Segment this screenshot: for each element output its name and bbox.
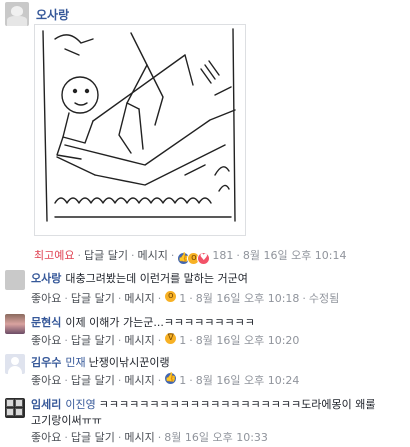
haha-icon[interactable]: ∇ <box>164 332 178 345</box>
avatar[interactable] <box>5 314 25 334</box>
message-button[interactable]: 메시지 <box>124 334 154 347</box>
comment-actions: 최고예요 · 답글 달기 · 메시지 · 👍 o ♥ 181 · 8월 16일 오후 10:14 <box>34 247 347 266</box>
reply-button[interactable]: 답글 달기 <box>71 292 115 305</box>
message-button[interactable]: 메시지 <box>124 431 154 444</box>
reply-text: 이제 이해가 가는군...ㅋㅋㅋㅋㅋㅋㅋㅋㅋ <box>65 316 255 329</box>
reply-author[interactable]: 오사랑 <box>31 272 61 285</box>
reply-timestamp[interactable]: 8월 16일 오후 10:33 <box>164 431 268 444</box>
avatar[interactable] <box>5 2 29 26</box>
comment-timestamp[interactable]: 8월 16일 오후 10:14 <box>243 249 347 262</box>
reply-button[interactable]: 답글 달기 <box>71 431 115 444</box>
avatar[interactable] <box>5 354 25 374</box>
reply-text: 난쟁이낚시꾼이랭 <box>88 356 170 369</box>
wow-icon[interactable]: o <box>164 290 178 303</box>
reply-button[interactable]: 답글 달기 <box>71 334 115 347</box>
edited-label[interactable]: 수정됨 <box>309 292 339 305</box>
comment-sketch-image[interactable] <box>34 24 246 236</box>
message-button[interactable]: 메시지 <box>137 249 167 262</box>
reply-timestamp[interactable]: 8월 16일 오후 10:18 <box>196 292 300 305</box>
message-button[interactable]: 메시지 <box>124 374 154 387</box>
reply-author[interactable]: 임세리 <box>31 398 61 411</box>
reply-actions: 좋아요 · 답글 달기 · 메시지 · 8월 16일 오후 10:33 <box>31 431 268 444</box>
avatar[interactable] <box>5 270 25 290</box>
avatar[interactable] <box>5 398 25 418</box>
reply-actions: 좋아요 · 답글 달기 · 메시지 · ∇ 1 · 8월 16일 오후 10:20 <box>31 332 300 347</box>
sketch-drawing <box>42 28 236 222</box>
like-button[interactable]: 좋아요 <box>31 334 61 347</box>
reply-button[interactable]: 답글 달기 <box>71 374 115 387</box>
mention-tag[interactable]: 민재 <box>65 356 85 369</box>
reply-author[interactable]: 문현식 <box>31 316 61 329</box>
reply-actions: 좋아요 · 답글 달기 · 메시지 · o 1 · 8월 16일 오후 10:18 · 수정됨 <box>31 290 340 305</box>
reply-timestamp[interactable]: 8월 16일 오후 10:24 <box>196 374 300 387</box>
like-icon[interactable]: 👍 <box>164 372 178 385</box>
like-button[interactable]: 최고예요 <box>34 249 74 262</box>
like-button[interactable]: 좋아요 <box>31 431 61 444</box>
message-button[interactable]: 메시지 <box>124 292 154 305</box>
mention-tag[interactable]: 이진영 <box>65 398 95 411</box>
reaction-count: 1 <box>179 374 187 387</box>
reply-button[interactable]: 답글 달기 <box>84 249 128 262</box>
like-button[interactable]: 좋아요 <box>31 292 61 305</box>
comment-author[interactable]: 오사랑 <box>36 6 69 23</box>
reply-author[interactable]: 김우수 <box>31 356 61 369</box>
reaction-count: 1 <box>179 334 187 347</box>
like-button[interactable]: 좋아요 <box>31 374 61 387</box>
love-icon: ♥ <box>197 252 211 265</box>
reaction-count: 181 <box>212 249 234 262</box>
reaction-count: 1 <box>179 292 187 305</box>
reply-timestamp[interactable]: 8월 16일 오후 10:20 <box>196 334 300 347</box>
reply-actions: 좋아요 · 답글 달기 · 메시지 · 👍 1 · 8월 16일 오후 10:24 <box>31 372 300 387</box>
reply-text: 대충그려봤는데 이런거를 말하는 거군여 <box>65 272 248 285</box>
reply-text-line2: 고기랑이써ㅠㅠ <box>31 414 102 427</box>
reaction-summary[interactable]: 👍 o ♥ <box>177 252 211 266</box>
reply-text: ㅋㅋㅋㅋㅋㅋㅋㅋㅋㅋㅋㅋㅋㅋㅋㅋㅋㅋㅋㅋ도라에몽이 왜룰 <box>98 398 376 411</box>
